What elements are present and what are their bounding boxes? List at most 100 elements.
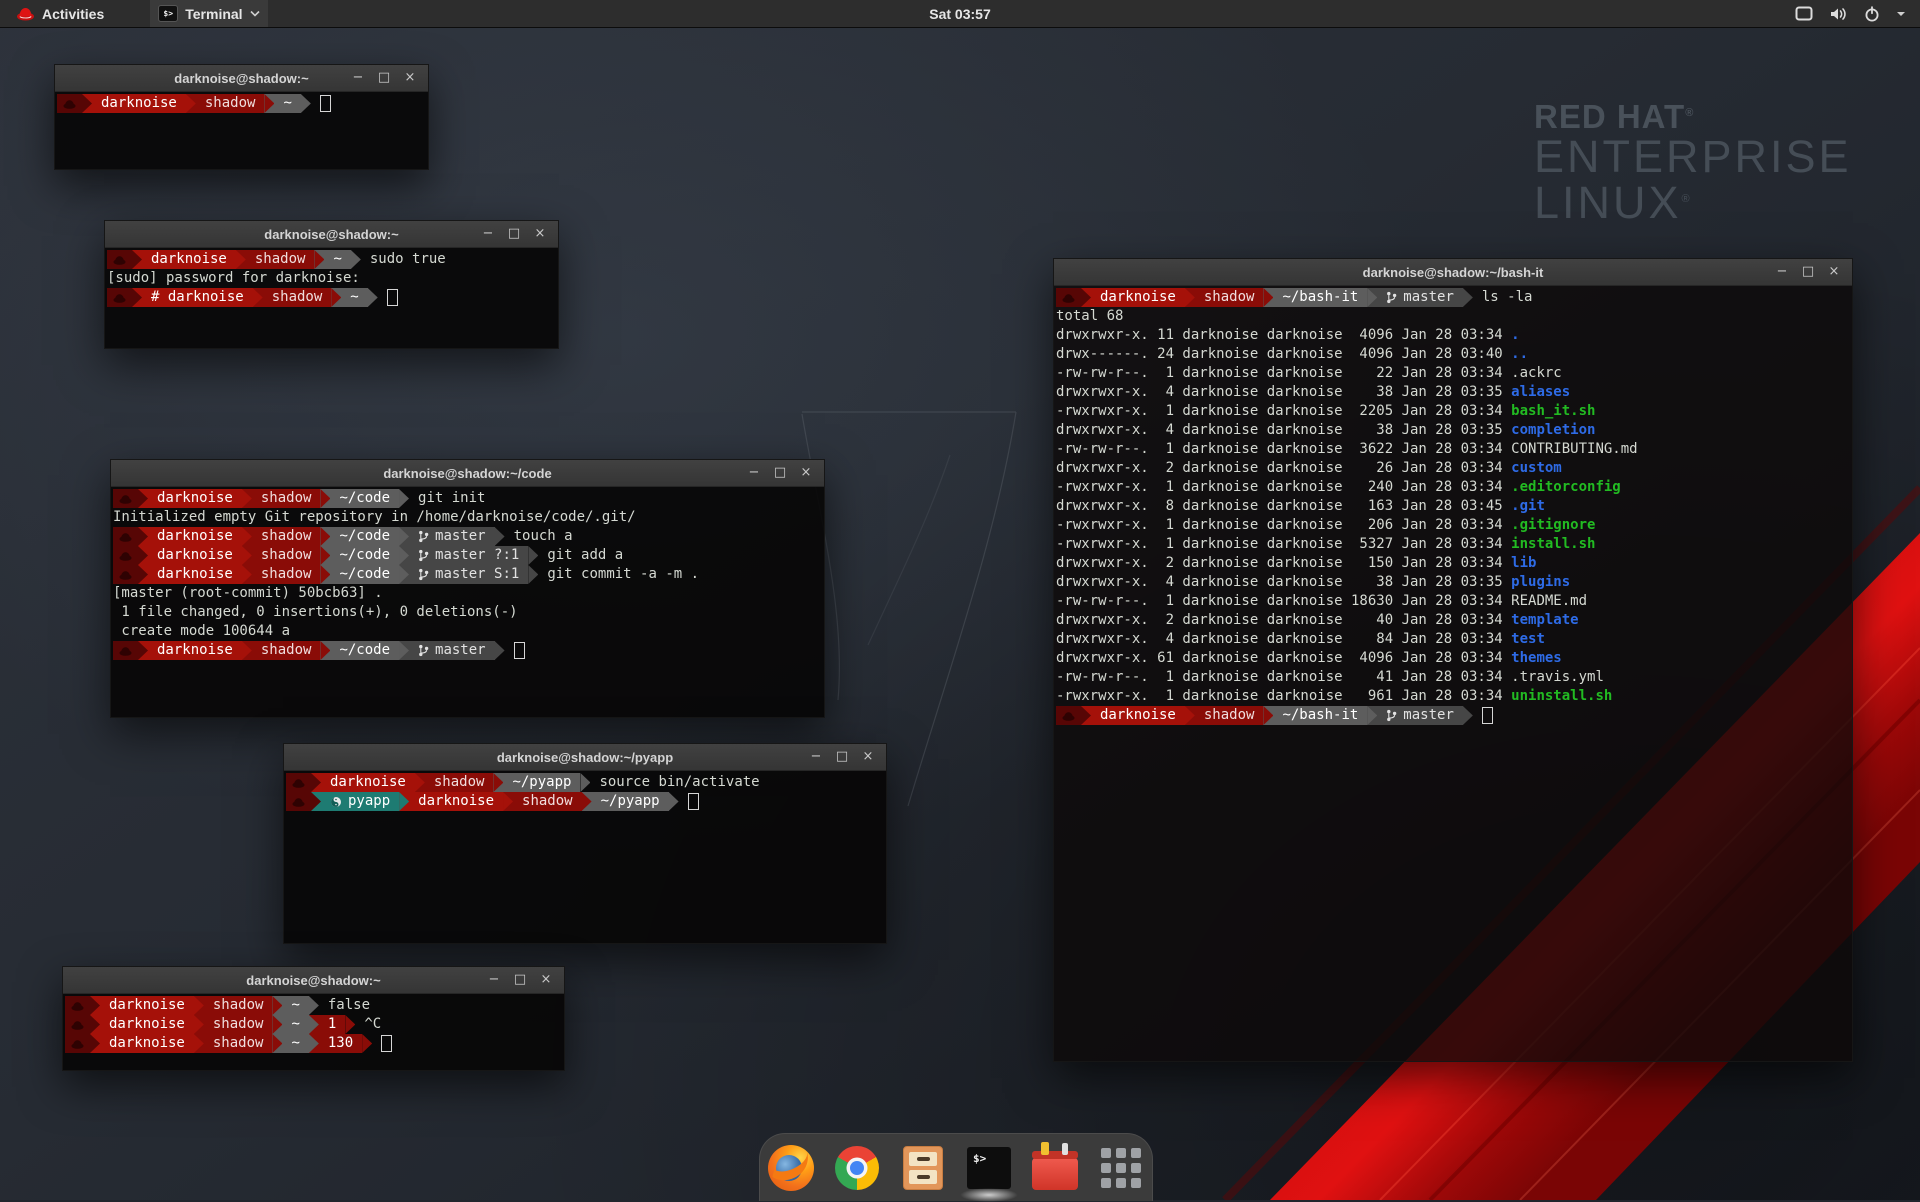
terminal-content[interactable]: darknoiseshadow~sudo true[sudo] password… (105, 247, 558, 348)
redhat-prompt-icon (292, 797, 305, 807)
system-status-area[interactable] (1795, 6, 1920, 22)
window-titlebar[interactable]: darknoise@shadow:~−□× (63, 967, 564, 994)
volume-icon[interactable] (1829, 6, 1848, 22)
ls-output-line: drwxrwxr-x. 61 darknoise darknoise 4096 … (1056, 649, 1852, 668)
dock-item-chrome[interactable] (833, 1144, 881, 1192)
display-icon[interactable] (1795, 6, 1813, 21)
terminal-window-code: darknoise@shadow:~/code−□×darknoiseshado… (110, 459, 825, 718)
terminal-window-bash-it: darknoise@shadow:~/bash-it−□ × darknoisesh… (1053, 258, 1853, 1062)
minimize-button[interactable]: − (808, 748, 824, 766)
close-button[interactable]: × (532, 225, 548, 243)
ls-output-line: drwxrwxr-x. 4 darknoise darknoise 84 Jan… (1056, 630, 1852, 649)
window-titlebar[interactable]: darknoise@shadow:~/pyapp−□× (284, 744, 886, 771)
git-segment: master ?:1 (409, 546, 528, 565)
close-button[interactable]: × (402, 69, 418, 87)
minimize-button[interactable]: − (486, 971, 502, 989)
venv-label: pyapp (348, 792, 390, 811)
chevron-down-icon (250, 10, 260, 17)
icon-segment (286, 792, 311, 811)
terminal-content[interactable]: darknoiseshadow~/pyappsource bin/activat… (284, 770, 886, 943)
terminal-content[interactable]: darknoiseshadow~/codegit initInitialized… (111, 486, 824, 717)
powerline-arrow-icon (236, 250, 246, 269)
dock-item-terminal[interactable]: $> (965, 1144, 1013, 1192)
file-name: completion (1511, 422, 1595, 438)
activities-button[interactable]: Activities (10, 0, 110, 27)
powerline-arrow-icon (399, 792, 409, 811)
close-button[interactable]: × (1826, 263, 1842, 281)
window-titlebar[interactable]: darknoise@shadow:~−□× (105, 221, 558, 248)
powerline-arrow-icon (1081, 706, 1091, 725)
host-segment: shadow (252, 641, 321, 660)
minimize-button[interactable]: − (480, 225, 496, 243)
terminal-output-line: Initialized empty Git repository in /hom… (113, 508, 824, 527)
rhel-logo-linux: LINUX® (1534, 180, 1852, 226)
terminal-content[interactable]: darknoiseshadow~ (55, 91, 428, 169)
app-menu-terminal[interactable]: $> Terminal (150, 0, 267, 27)
terminal-cursor (320, 95, 331, 112)
terminal-output-line: total 68 (1056, 307, 1852, 326)
powerline-arrow-icon (138, 489, 148, 508)
window-title: darknoise@shadow:~/bash-it (1054, 265, 1852, 280)
powerline-arrow-icon (1263, 706, 1273, 725)
host-segment: shadow (204, 1034, 273, 1053)
maximize-button[interactable]: □ (512, 971, 528, 989)
redhat-prompt-icon (119, 570, 132, 580)
powerline-arrow-icon (242, 546, 252, 565)
file-name: aliases (1511, 384, 1570, 400)
powerline-arrow-icon (503, 792, 513, 811)
ls-output-line: -rw-rw-r--. 1 darknoise darknoise 22 Jan… (1056, 364, 1852, 383)
dock-item-files[interactable] (899, 1144, 947, 1192)
terminal-content[interactable]: darknoiseshadow~/bash-itmasterls -latota… (1054, 285, 1852, 1061)
window-titlebar[interactable]: darknoise@shadow:~/code−□× (111, 460, 824, 487)
path-segment: ~ (324, 250, 350, 269)
powerline-arrow-icon (186, 94, 196, 113)
maximize-button[interactable]: □ (834, 748, 850, 766)
powerline-arrow-icon (320, 527, 330, 546)
dock-item-toolbox[interactable] (1031, 1144, 1079, 1192)
clock[interactable]: Sat 03:57 (919, 4, 1000, 24)
prompt-line: darknoiseshadow~sudo true (107, 250, 558, 269)
file-name: .git (1511, 498, 1545, 514)
minimize-button[interactable]: − (350, 69, 366, 87)
top-bar: Activities $> Terminal Sat 03:57 (0, 0, 1920, 28)
user-segment: darknoise (100, 996, 194, 1015)
redhat-prompt-icon (113, 255, 126, 265)
git-branch-label: master ?:1 (435, 546, 519, 565)
terminal-cursor (381, 1035, 392, 1052)
powerline-arrow-icon (272, 1034, 282, 1053)
path-segment: ~/bash-it (1273, 706, 1367, 725)
file-name: .. (1511, 346, 1528, 362)
dock-item-firefox[interactable] (767, 1144, 815, 1192)
dock-item-show-applications[interactable] (1097, 1144, 1145, 1192)
toolbox-icon (1032, 1158, 1078, 1190)
minimize-button[interactable]: − (746, 464, 762, 482)
prompt-line: darknoiseshadow~/codemaster (113, 641, 824, 660)
powerline-arrow-icon (242, 641, 252, 660)
power-icon[interactable] (1864, 6, 1880, 22)
file-name: .gitignore (1511, 517, 1595, 533)
powerline-arrow-icon (272, 996, 282, 1015)
powerline-arrow-icon (399, 565, 409, 584)
chevron-down-icon[interactable] (1896, 10, 1906, 18)
maximize-button[interactable]: □ (376, 69, 392, 87)
terminal-content[interactable]: darknoiseshadow~falsedarknoiseshadow~1^C… (63, 993, 564, 1070)
prompt-line: darknoiseshadow~/pyappsource bin/activat… (286, 773, 886, 792)
powerline-arrow-icon (495, 641, 505, 660)
powerline-arrow-icon (311, 773, 321, 792)
close-button[interactable]: × (860, 748, 876, 766)
close-button[interactable]: × (538, 971, 554, 989)
maximize-button[interactable]: □ (506, 225, 522, 243)
ls-output-line: drwxrwxr-x. 4 darknoise darknoise 38 Jan… (1056, 421, 1852, 440)
icon-segment (113, 641, 138, 660)
file-name: install.sh (1511, 536, 1595, 552)
window-titlebar[interactable]: darknoise@shadow:~−□× (55, 65, 428, 92)
user-segment: darknoise (148, 546, 242, 565)
user-segment: darknoise (148, 527, 242, 546)
minimize-button[interactable]: − (1774, 263, 1790, 281)
maximize-button[interactable]: □ (1800, 263, 1816, 281)
exit-segment: 1 (319, 1015, 345, 1034)
powerline-arrow-icon (253, 288, 263, 307)
maximize-button[interactable]: □ (772, 464, 788, 482)
close-button[interactable]: × (798, 464, 814, 482)
window-titlebar[interactable]: darknoise@shadow:~/bash-it−□ × (1054, 259, 1852, 286)
